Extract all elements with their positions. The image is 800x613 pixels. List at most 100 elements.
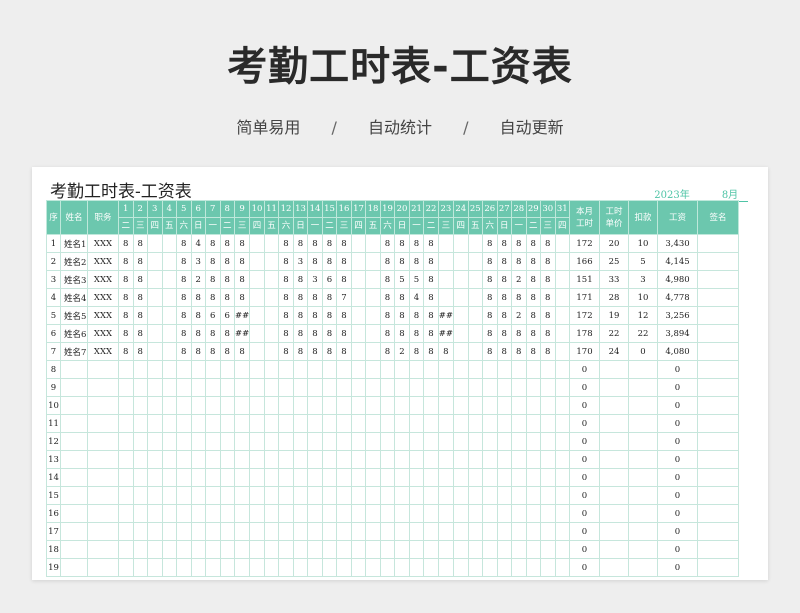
cell-day: [525, 558, 541, 577]
cell-hours: 166: [569, 252, 600, 271]
table-row: 4 姓名4 XXX 8 8 8 8 8 8 8 8 8 8 8 7 8 8 4 8 8 8 8 8 8 171 28 10 4,778: [46, 288, 739, 307]
cell-day: 8: [408, 252, 425, 271]
cell-day: [249, 252, 265, 271]
cell-day: [511, 504, 527, 523]
cell-day: [365, 504, 381, 523]
cell-day: [147, 270, 163, 289]
cell-day: [147, 342, 163, 361]
cell-day: [482, 504, 498, 523]
cell-seq: 14: [46, 468, 61, 487]
cell-day: 8: [233, 288, 251, 307]
cell-day: [379, 396, 396, 415]
cell-day: [233, 522, 251, 541]
cell-day: [118, 360, 134, 379]
cell-hours: 178: [569, 324, 600, 343]
cell-day: 2: [511, 270, 527, 289]
cell-day: [408, 396, 425, 415]
cell-day: [263, 450, 280, 469]
cell-day: [511, 414, 527, 433]
cell-day: [307, 432, 323, 451]
cell-day: [394, 414, 410, 433]
cell-day: [554, 342, 570, 361]
cell-day: 8: [132, 270, 148, 289]
cell-day: 8: [321, 234, 338, 253]
cell-job: [87, 360, 119, 379]
table-row: 6 姓名6 XXX 8 8 8 8 8 8 ## 8 8 8 8 8 8 8 8 8 ## 8 8 8 8 8 178 22 22 3,…: [46, 324, 739, 343]
cell-day: 8: [511, 234, 527, 253]
cell-day: [278, 450, 294, 469]
cell-sign: [697, 504, 739, 523]
cell-day: [496, 540, 512, 559]
cell-day: [511, 378, 527, 397]
cell-day: [467, 522, 483, 541]
cell-day: [205, 360, 221, 379]
cell-day: [467, 252, 483, 271]
cell-day: [437, 360, 455, 379]
cell-day: [292, 450, 309, 469]
cell-day: [365, 342, 381, 361]
cell-day: [525, 486, 541, 505]
cell-day: 8: [176, 252, 192, 271]
cell-sign: [697, 360, 739, 379]
cell-day: [453, 378, 469, 397]
cell-sign: [697, 342, 739, 361]
cell-day: [540, 432, 556, 451]
cell-day: 8: [321, 306, 338, 325]
cell-day: [118, 486, 134, 505]
cell-deduct: [628, 360, 658, 379]
header-day: 9: [233, 200, 251, 218]
cell-day: 8: [219, 288, 235, 307]
header-day: 7: [205, 200, 221, 218]
cell-day: [554, 252, 570, 271]
cell-day: [321, 378, 338, 397]
cell-day: [554, 306, 570, 325]
cell-day: [161, 540, 177, 559]
cell-deduct: 22: [628, 324, 658, 343]
cell-wage: 0: [657, 486, 698, 505]
cell-day: [321, 396, 338, 415]
cell-hours: 0: [569, 360, 600, 379]
cell-day: [365, 540, 381, 559]
cell-day: [147, 540, 163, 559]
cell-wage: 4,145: [657, 252, 698, 271]
cell-rate: 19: [599, 306, 629, 325]
cell-day: [219, 414, 235, 433]
cell-day: 8: [482, 270, 498, 289]
cell-hours: 0: [569, 432, 600, 451]
cell-deduct: 10: [628, 288, 658, 307]
cell-day: [394, 486, 410, 505]
cell-day: [350, 360, 367, 379]
cell-day: ##: [437, 306, 455, 325]
cell-day: [437, 432, 455, 451]
cell-day: [467, 234, 483, 253]
cell-day: [249, 540, 265, 559]
cell-day: [336, 450, 352, 469]
cell-day: 5: [408, 270, 425, 289]
cell-day: [511, 432, 527, 451]
cell-day: ##: [233, 324, 251, 343]
cell-day: 8: [176, 270, 192, 289]
cell-day: [278, 504, 294, 523]
cell-day: [249, 306, 265, 325]
cell-day: [219, 486, 235, 505]
cell-day: [249, 558, 265, 577]
cell-deduct: [628, 378, 658, 397]
cell-job: XXX: [87, 306, 119, 325]
cell-day: [365, 252, 381, 271]
cell-day: [453, 414, 469, 433]
header-job: 职务: [87, 200, 119, 235]
cell-day: [147, 504, 163, 523]
cell-day: 8: [379, 342, 396, 361]
header-weekday: 六: [379, 217, 396, 235]
cell-day: [540, 558, 556, 577]
cell-sign: [697, 450, 739, 469]
cell-day: [147, 414, 163, 433]
cell-day: [292, 396, 309, 415]
cell-day: [453, 540, 469, 559]
table-row: 19 0 0: [46, 558, 739, 577]
cell-day: [379, 486, 396, 505]
cell-day: [307, 450, 323, 469]
cell-day: [205, 414, 221, 433]
cell-job: XXX: [87, 270, 119, 289]
cell-day: [219, 432, 235, 451]
